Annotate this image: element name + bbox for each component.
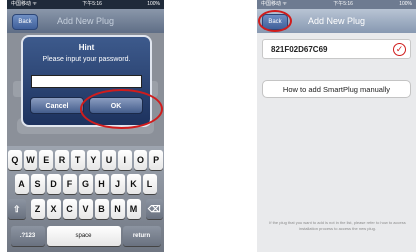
key-o[interactable]: O <box>133 150 148 170</box>
key-m[interactable]: M <box>126 199 141 219</box>
key-p[interactable]: P <box>149 150 164 170</box>
plug-code: 821F02D67C69 <box>271 45 328 54</box>
key-g[interactable]: G <box>78 174 93 194</box>
key-k[interactable]: K <box>126 174 141 194</box>
key-b[interactable]: B <box>94 199 109 219</box>
key-f[interactable]: F <box>62 174 77 194</box>
footnote-text: If the plug that you want to add is not … <box>269 220 406 231</box>
space-key[interactable]: space <box>46 226 121 246</box>
key-i[interactable]: I <box>117 150 132 170</box>
time-label: 下午5:16 <box>82 1 102 7</box>
phone-screen-add-plug: 中国移动 ᯤ 下午5:16 100% Add New Plug Back 821… <box>257 0 416 252</box>
highlight-circle-ok <box>80 89 163 129</box>
key-r[interactable]: R <box>55 150 69 170</box>
back-button[interactable]: Back <box>12 14 38 30</box>
return-key[interactable]: return <box>122 226 161 246</box>
status-bar: 中国移动 ᯤ 下午5:16 100% <box>257 0 416 9</box>
battery-label: 100% <box>399 1 412 7</box>
key-h[interactable]: H <box>94 174 109 194</box>
alert-title: Hint <box>78 43 95 52</box>
key-w[interactable]: W <box>23 150 38 170</box>
keyboard: QWERTYUIOP ASDFGHJKL ⇧ ZXCVBNM ⌫ .?123 s… <box>7 146 164 252</box>
key-a[interactable]: A <box>14 174 29 194</box>
delete-key[interactable]: ⌫ <box>145 199 163 219</box>
numbers-key[interactable]: .?123 <box>10 226 45 246</box>
key-q[interactable]: Q <box>7 150 22 170</box>
shift-key[interactable]: ⇧ <box>8 199 26 219</box>
checkmark-icon: ✓ <box>393 43 406 56</box>
key-s[interactable]: S <box>30 174 45 194</box>
phone-screen-password: 中国移动 ᯤ 下午5:16 100% Add New Plug Back Hin… <box>7 0 164 252</box>
keyboard-row-4: .?123 space return <box>7 226 164 246</box>
key-l[interactable]: L <box>142 174 157 194</box>
keyboard-row-2: ASDFGHJKL <box>7 174 164 194</box>
key-z[interactable]: Z <box>30 199 45 219</box>
key-t[interactable]: T <box>70 150 85 170</box>
key-v[interactable]: V <box>78 199 93 219</box>
nav-bar: Add New Plug Back <box>7 9 164 33</box>
key-e[interactable]: E <box>39 150 54 170</box>
how-to-add-button[interactable]: How to add SmartPlug manually <box>262 80 411 98</box>
plug-list-item[interactable]: 821F02D67C69 ✓ <box>262 39 411 59</box>
keyboard-row-3: ⇧ ZXCVBNM ⌫ <box>7 199 164 219</box>
carrier-label: 中国移动 ᯤ <box>11 1 37 7</box>
key-n[interactable]: N <box>110 199 125 219</box>
alert-message: Please input your password. <box>42 56 131 63</box>
key-y[interactable]: Y <box>86 150 101 170</box>
battery-label: 100% <box>147 1 160 7</box>
highlight-circle-back <box>258 10 292 32</box>
keyboard-row-1: QWERTYUIOP <box>7 150 164 170</box>
time-label: 下午5:16 <box>333 1 353 7</box>
carrier-label: 中国移动 ᯤ <box>261 1 287 7</box>
status-bar: 中国移动 ᯤ 下午5:16 100% <box>7 0 164 9</box>
key-d[interactable]: D <box>46 174 61 194</box>
cancel-button[interactable]: Cancel <box>30 97 84 114</box>
key-u[interactable]: U <box>102 150 116 170</box>
key-c[interactable]: C <box>62 199 77 219</box>
password-input[interactable] <box>31 75 142 88</box>
key-j[interactable]: J <box>110 174 125 194</box>
key-x[interactable]: X <box>46 199 61 219</box>
